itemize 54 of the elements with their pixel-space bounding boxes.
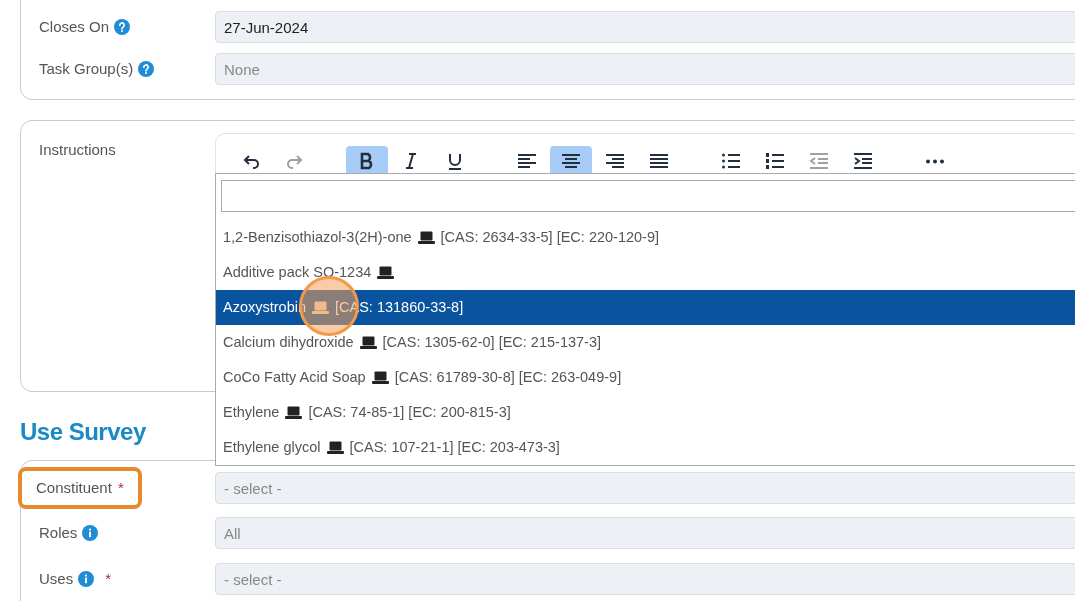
option-codes: [CAS: 1305-62-0] [EC: 215-137-3] (382, 332, 601, 352)
option-codes: [CAS: 107-21-1] [EC: 203-473-3] (349, 437, 560, 457)
field-label: Instructions (39, 140, 116, 160)
dropdown-option[interactable]: Ethylene glycol [CAS: 107-21-1] [EC: 203-473-3] (216, 430, 1075, 465)
field-label: Task Group(s) (39, 58, 134, 79)
option-codes: [CAS: 61789-30-8] [EC: 263-049-9] (394, 367, 622, 387)
dropdown-option[interactable]: CoCo Fatty Acid Soap [CAS: 61789-30-8] [EC: 263-049-9] (216, 360, 1075, 395)
help-icon[interactable] (114, 19, 131, 35)
input-field[interactable]: - select - (215, 472, 1075, 504)
search-field[interactable] (221, 180, 1075, 212)
laptop-icon (377, 266, 395, 279)
required-asterisk: * (117, 477, 124, 498)
input-field[interactable]: None (215, 53, 1075, 85)
section-title: Use Survey (20, 417, 146, 447)
dropdown-option[interactable]: Ethylene [CAS: 74-85-1] [EC: 200-815-3] (216, 395, 1075, 430)
field-label: Closes On (39, 16, 110, 37)
option-name: CoCo Fatty Acid Soap (223, 367, 366, 387)
option-codes: [CAS: 2634-33-5] [EC: 220-120-9] (440, 227, 660, 247)
laptop-icon (326, 441, 344, 454)
option-codes: [CAS: 74-85-1] [EC: 200-815-3] (308, 402, 511, 422)
help-icon[interactable] (138, 61, 155, 77)
input-field[interactable]: All (215, 517, 1075, 549)
input-field[interactable]: - select - (215, 563, 1075, 595)
info-icon[interactable] (78, 571, 95, 587)
numbered-list-icon (765, 151, 785, 171)
align-left-icon (517, 151, 537, 171)
laptop-icon (312, 301, 329, 314)
indent-icon (853, 151, 873, 171)
more-icon (925, 158, 945, 164)
required-asterisk: * (105, 568, 112, 589)
info-icon[interactable] (82, 525, 99, 541)
field-label: Roles (39, 522, 78, 543)
align-right-icon (605, 151, 625, 171)
input-field[interactable]: 27-Jun-2024 (215, 11, 1075, 43)
laptop-icon (359, 336, 377, 349)
laptop-icon (371, 371, 389, 384)
bullet-list-icon (721, 151, 741, 171)
laptop-icon (285, 406, 303, 419)
field-label: Constituent (36, 477, 112, 498)
justify-icon (649, 151, 669, 171)
option-name: Ethylene (223, 402, 280, 422)
bold-button[interactable] (346, 146, 388, 176)
outdent-icon (809, 151, 829, 171)
dropdown-option[interactable]: Additive pack SO-1234 (216, 255, 1075, 290)
option-name: 1,2-Benzisothiazol-3(2H)-one (223, 227, 412, 247)
option-name: Additive pack SO-1234 (223, 262, 372, 282)
option-name: Ethylene glycol (223, 437, 321, 457)
laptop-icon (417, 231, 435, 244)
align-center-button[interactable] (550, 146, 592, 176)
field-label: Uses (39, 568, 74, 589)
align-center-icon (561, 151, 581, 171)
dropdown-option[interactable]: 1,2-Benzisothiazol-3(2H)-one [CAS: 2634-33-5] [EC: 220-120-9] (216, 220, 1075, 255)
option-name: Calcium dihydroxide (223, 332, 354, 352)
dropdown-option[interactable]: Calcium dihydroxide [CAS: 1305-62-0] [EC: 215-137-3] (216, 325, 1075, 360)
